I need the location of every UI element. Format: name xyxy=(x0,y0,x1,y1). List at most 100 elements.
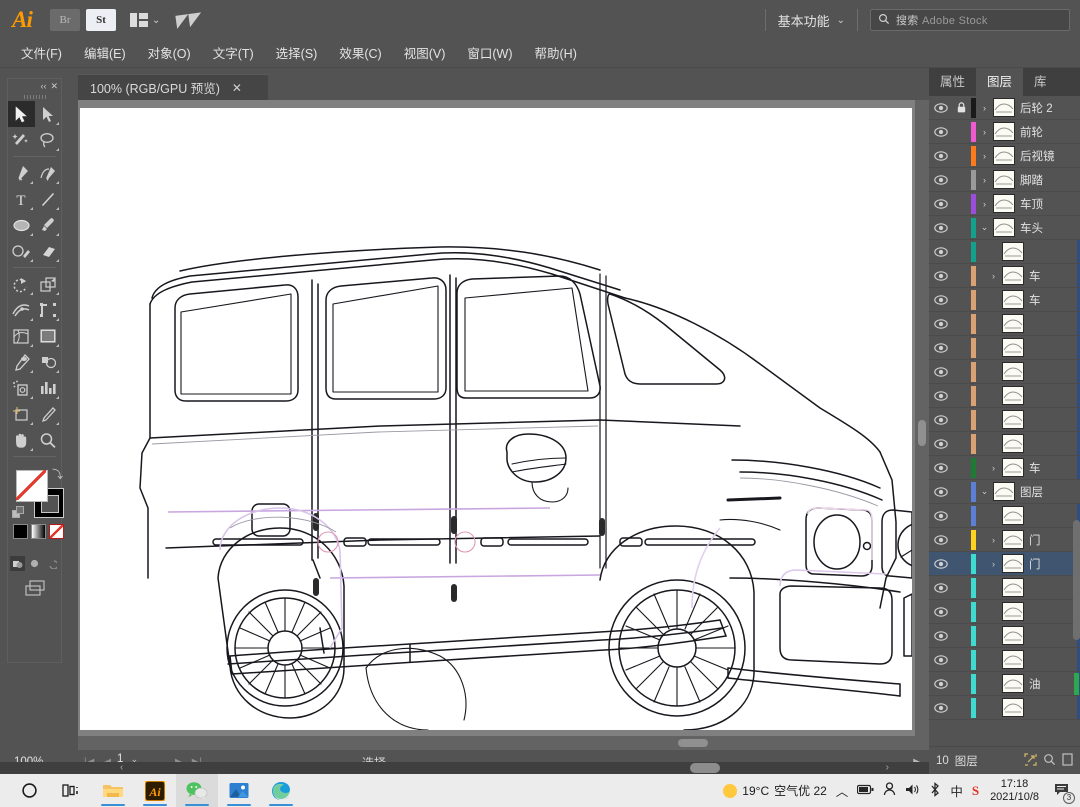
layer-row[interactable]: › 前轮 xyxy=(929,120,1080,144)
perspective-grid-tool[interactable] xyxy=(35,323,62,349)
lock-slot[interactable] xyxy=(952,168,971,192)
notification-center-button[interactable]: 3 xyxy=(1050,779,1075,804)
column-graph-tool[interactable] xyxy=(35,375,62,401)
lock-slot[interactable] xyxy=(952,216,971,240)
layer-row[interactable]: 油 xyxy=(929,672,1080,696)
layer-row[interactable]: › 脚踏 xyxy=(929,168,1080,192)
lock-slot[interactable] xyxy=(952,456,971,480)
layer-row[interactable] xyxy=(929,408,1080,432)
visibility-eye-icon[interactable] xyxy=(929,336,952,360)
menu-window[interactable]: 窗口(W) xyxy=(456,40,523,68)
photos-button[interactable] xyxy=(218,774,260,807)
task-view-button[interactable] xyxy=(50,774,92,807)
ime-language-icon[interactable]: 中 xyxy=(950,781,963,800)
layer-row[interactable] xyxy=(929,624,1080,648)
battery-icon[interactable] xyxy=(857,784,874,798)
bluetooth-icon[interactable] xyxy=(929,781,941,800)
lasso-tool[interactable] xyxy=(35,127,62,153)
visibility-eye-icon[interactable] xyxy=(929,360,952,384)
panel-grip[interactable] xyxy=(8,93,61,101)
creative-cloud-icon[interactable]: ◤◤ xyxy=(175,8,204,31)
adobe-stock-search-input[interactable]: 搜索 Adobe Stock xyxy=(870,9,1070,31)
chevron-down-icon[interactable]: ⌄ xyxy=(976,222,993,233)
chevron-down-icon[interactable]: ⌄ xyxy=(976,486,993,497)
lock-slot[interactable] xyxy=(952,600,971,624)
paintbrush-tool[interactable] xyxy=(35,212,62,238)
edge-button[interactable] xyxy=(260,774,302,807)
document-tab[interactable]: 100% (RGB/GPU 预览) ✕ xyxy=(78,74,268,100)
width-tool[interactable] xyxy=(8,297,35,323)
ellipse-tool[interactable] xyxy=(8,212,35,238)
visibility-eye-icon[interactable] xyxy=(929,144,952,168)
visibility-eye-icon[interactable] xyxy=(929,672,952,696)
direct-selection-tool[interactable] xyxy=(35,101,62,127)
hand-tool[interactable] xyxy=(8,427,35,453)
visibility-eye-icon[interactable] xyxy=(929,288,952,312)
none-mode-button[interactable] xyxy=(49,524,64,539)
tab-properties[interactable]: 属性 xyxy=(929,68,976,96)
type-tool[interactable]: T xyxy=(8,186,35,212)
visibility-eye-icon[interactable] xyxy=(929,240,952,264)
menu-type[interactable]: 文字(T) xyxy=(202,40,265,68)
symbol-sprayer-tool[interactable] xyxy=(8,375,35,401)
lock-slot[interactable] xyxy=(952,336,971,360)
lock-slot[interactable] xyxy=(952,504,971,528)
visibility-eye-icon[interactable] xyxy=(929,696,952,720)
close-icon[interactable]: ✕ xyxy=(50,81,58,92)
pen-tool[interactable] xyxy=(8,160,35,186)
default-fill-stroke-button[interactable] xyxy=(12,506,25,519)
layer-row[interactable] xyxy=(929,600,1080,624)
curvature-tool[interactable] xyxy=(35,160,62,186)
chevron-right-icon[interactable]: › xyxy=(985,271,1002,281)
collapse-panel-button[interactable]: ‹‹ xyxy=(40,81,46,91)
layer-row[interactable]: › 车 xyxy=(929,456,1080,480)
layers-scrollbar-thumb[interactable] xyxy=(1073,520,1080,640)
stock-button[interactable]: St xyxy=(86,9,116,31)
menu-select[interactable]: 选择(S) xyxy=(265,40,329,68)
visibility-eye-icon[interactable] xyxy=(929,312,952,336)
layer-row[interactable]: › 车顶 xyxy=(929,192,1080,216)
visibility-eye-icon[interactable] xyxy=(929,192,952,216)
taskbar-clock[interactable]: 17:18 2021/10/8 xyxy=(988,778,1041,803)
visibility-eye-icon[interactable] xyxy=(929,264,952,288)
layer-row[interactable]: › 门 xyxy=(929,528,1080,552)
user-icon[interactable] xyxy=(883,782,896,799)
chevron-right-icon[interactable]: › xyxy=(985,559,1002,569)
tab-libraries[interactable]: 库 xyxy=(1023,68,1058,96)
visibility-eye-icon[interactable] xyxy=(929,216,952,240)
eraser-tool[interactable] xyxy=(35,238,62,264)
layer-row[interactable] xyxy=(929,360,1080,384)
visibility-eye-icon[interactable] xyxy=(929,624,952,648)
canvas-vertical-scrollbar[interactable] xyxy=(915,100,929,736)
scrollbar-thumb[interactable] xyxy=(690,763,720,773)
menu-view[interactable]: 视图(V) xyxy=(393,40,457,68)
visibility-eye-icon[interactable] xyxy=(929,432,952,456)
lock-slot[interactable] xyxy=(952,288,971,312)
lock-slot[interactable] xyxy=(952,408,971,432)
visibility-eye-icon[interactable] xyxy=(929,480,952,504)
draw-normal-button[interactable] xyxy=(10,556,25,571)
layer-row[interactable]: ⌄ 图层 xyxy=(929,480,1080,504)
shape-builder-tool[interactable] xyxy=(8,323,35,349)
wechat-button[interactable] xyxy=(176,774,218,807)
lock-slot[interactable] xyxy=(952,192,971,216)
menu-object[interactable]: 对象(O) xyxy=(137,40,202,68)
fill-color-swatch[interactable] xyxy=(16,470,48,502)
new-sublayer-icon[interactable] xyxy=(1062,752,1073,769)
selection-tool[interactable] xyxy=(8,101,35,127)
draw-behind-button[interactable] xyxy=(27,556,42,571)
scrollbar-thumb[interactable] xyxy=(918,420,926,446)
chevron-right-icon[interactable]: › xyxy=(976,175,993,185)
lock-slot[interactable] xyxy=(952,264,971,288)
search-icon[interactable] xyxy=(1043,753,1056,769)
layers-list[interactable]: › 后轮 2 › 前轮 › 后视镜 › 脚踏 › 车顶 ⌄ 车头 › 车车 › 车 ⌄ 图层 › 门 › 门油 xyxy=(929,96,1080,746)
layer-row[interactable]: › 门 xyxy=(929,552,1080,576)
visibility-eye-icon[interactable] xyxy=(929,552,952,576)
lock-slot[interactable] xyxy=(952,144,971,168)
visibility-eye-icon[interactable] xyxy=(929,408,952,432)
start-button[interactable] xyxy=(8,774,50,807)
sogou-input-icon[interactable]: S xyxy=(972,783,979,799)
lock-slot[interactable] xyxy=(952,624,971,648)
bridge-button[interactable]: Br xyxy=(50,9,80,31)
layer-row[interactable] xyxy=(929,312,1080,336)
